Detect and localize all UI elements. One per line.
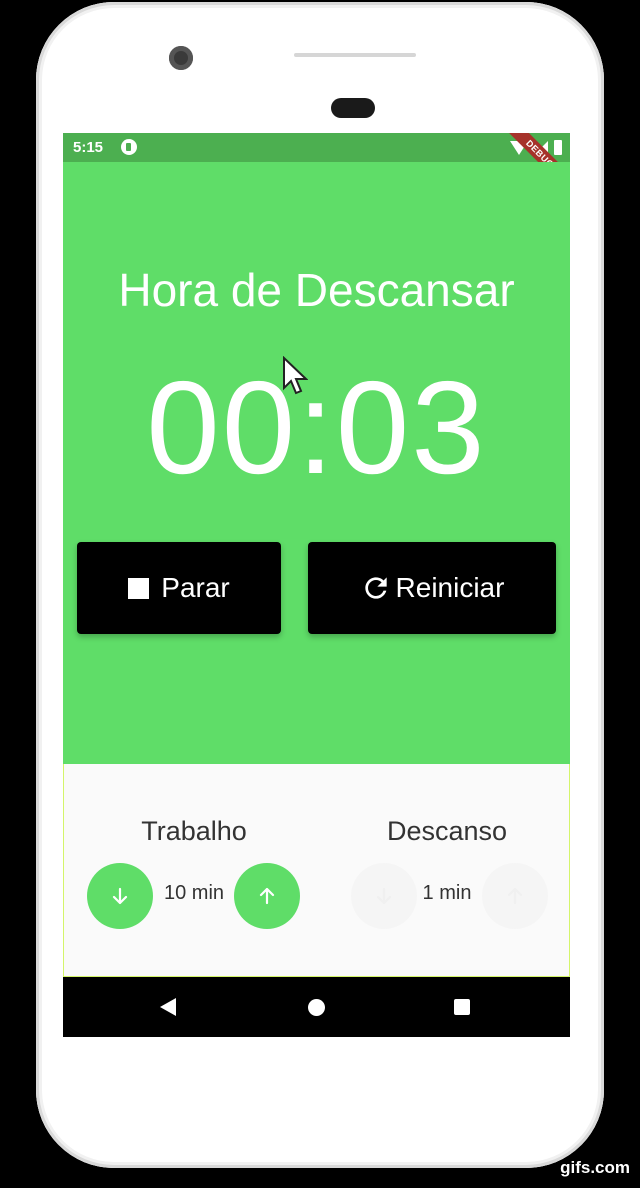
work-duration-value: 10 min — [163, 882, 225, 904]
work-decrease-button[interactable] — [87, 863, 153, 929]
speaker-grille — [294, 53, 416, 57]
arrow-up-icon — [259, 887, 275, 905]
status-time: 5:15 — [73, 139, 104, 156]
back-icon[interactable] — [160, 998, 176, 1016]
restart-button-label: Reiniciar — [395, 572, 505, 603]
work-increase-button[interactable] — [234, 863, 300, 929]
home-icon[interactable] — [308, 999, 325, 1016]
refresh-icon — [364, 577, 387, 599]
stop-button-label: Parar — [161, 572, 230, 603]
timer-title: Hora de Descansar — [118, 264, 515, 316]
timer-display: 00:03 — [146, 354, 487, 501]
arrow-up-icon — [507, 887, 523, 905]
rest-duration-value: 1 min — [422, 882, 472, 904]
work-label: Trabalho — [141, 816, 247, 846]
watermark: gifs.com — [560, 1158, 630, 1177]
app-screen: 5:15 DEBUG Hora de Descansar 00:03 Parar… — [63, 133, 570, 1037]
battery-icon — [554, 140, 562, 155]
stop-button[interactable]: Parar — [77, 542, 281, 634]
restart-button[interactable]: Reiniciar — [308, 542, 556, 634]
rest-increase-button[interactable] — [482, 863, 548, 929]
app-notification-icon — [121, 139, 137, 155]
status-bar: 5:15 DEBUG — [63, 133, 570, 195]
rest-label: Descanso — [386, 816, 508, 846]
recents-icon[interactable] — [454, 999, 470, 1015]
timer-panel: Hora de Descansar 00:03 Parar Reiniciar — [63, 162, 570, 764]
arrow-down-icon — [112, 887, 128, 905]
settings-panel: Trabalho Descanso 10 min 1 min — [63, 764, 570, 977]
arrow-down-icon — [376, 887, 392, 905]
navigation-bar — [63, 977, 570, 1037]
stop-icon — [128, 577, 150, 599]
mouse-pointer-icon — [283, 356, 308, 395]
earpiece — [331, 98, 375, 118]
front-camera — [169, 46, 193, 70]
